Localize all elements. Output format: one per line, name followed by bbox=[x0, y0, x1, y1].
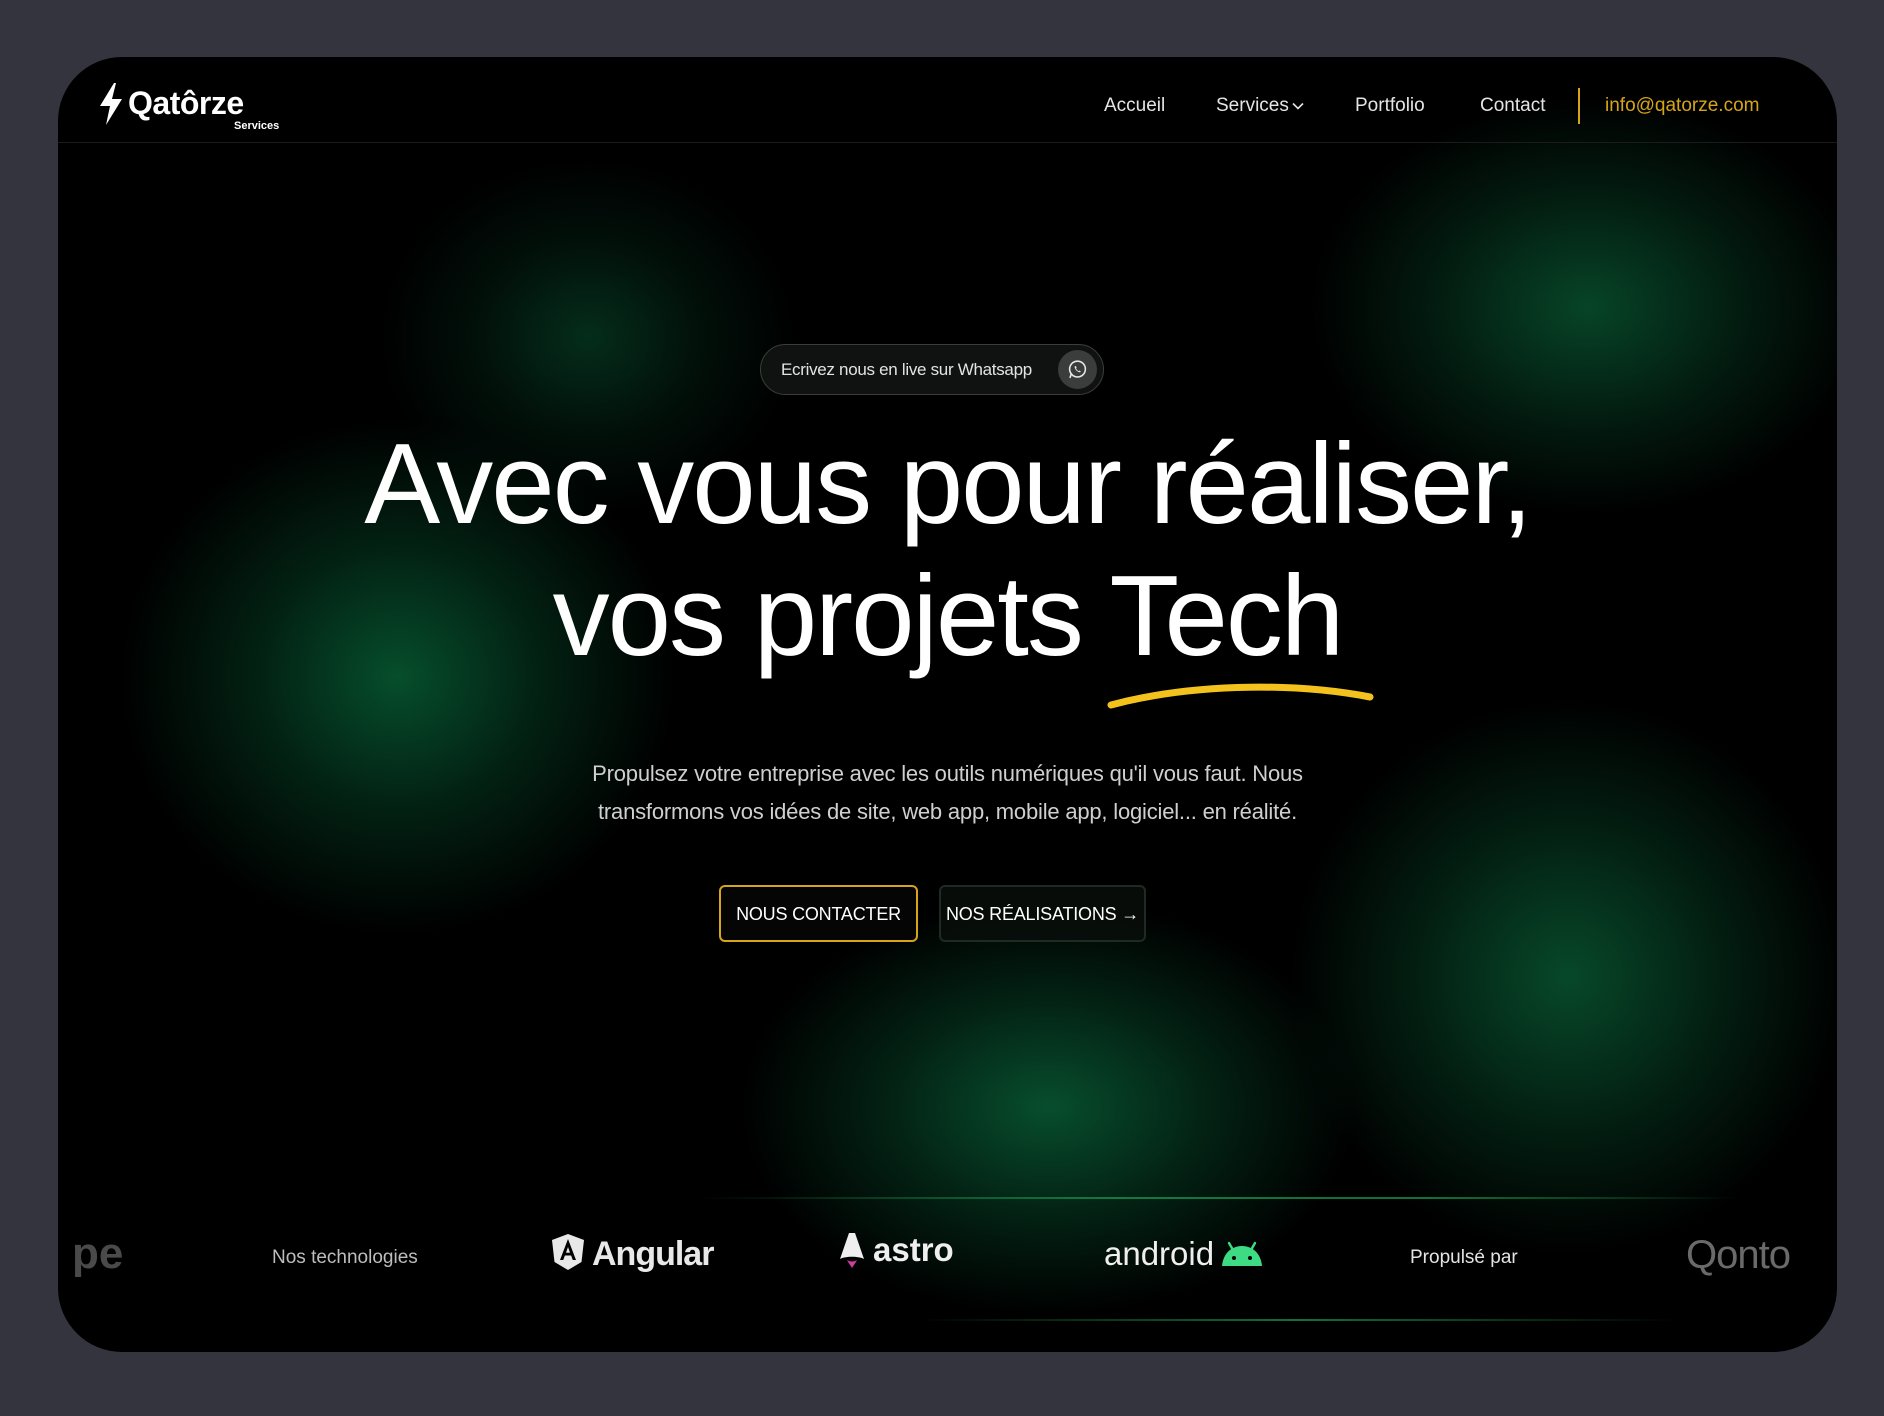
nav-services[interactable]: Services bbox=[1216, 95, 1304, 117]
hero-subtitle: Propulsez votre entreprise avec les outi… bbox=[58, 755, 1837, 831]
nav-portfolio[interactable]: Portfolio bbox=[1355, 95, 1425, 117]
technologies-label: Nos technologies bbox=[272, 1247, 418, 1268]
nav-accueil[interactable]: Accueil bbox=[1104, 95, 1165, 117]
astro-logo-icon bbox=[840, 1233, 864, 1268]
powered-by-label: Propulsé par bbox=[1410, 1247, 1518, 1268]
chevron-down-icon bbox=[1292, 102, 1304, 110]
headline-line-2: vos projets Tech bbox=[552, 553, 1345, 680]
angular-logo-text: Angular bbox=[592, 1235, 714, 1273]
whatsapp-pill-button[interactable]: Ecrivez nous en live sur Whatsapp bbox=[760, 344, 1104, 395]
angular-logo: Angular bbox=[550, 1233, 714, 1274]
android-logo: android bbox=[1104, 1235, 1264, 1273]
angular-logo-icon bbox=[552, 1234, 584, 1270]
whatsapp-icon bbox=[1058, 350, 1097, 389]
main-nav: Accueil Services Portfolio Contact info@… bbox=[58, 88, 1837, 125]
divider-line bbox=[918, 1319, 1678, 1321]
android-robot-icon bbox=[1222, 1241, 1263, 1266]
technologies-bar: pe Nos technologies Angular astro androi… bbox=[58, 1197, 1837, 1321]
nav-divider bbox=[1578, 88, 1580, 124]
site-header: Qatôrze Services Accueil Services Portfo… bbox=[58, 57, 1837, 143]
yellow-underline-decoration bbox=[1107, 683, 1374, 709]
nav-email-link[interactable]: info@qatorze.com bbox=[1605, 95, 1759, 117]
whatsapp-pill-label: Ecrivez nous en live sur Whatsapp bbox=[781, 360, 1032, 379]
qonto-logo: Qonto bbox=[1686, 1233, 1791, 1277]
astro-logo: astro bbox=[839, 1231, 954, 1269]
hero-headline: Avec vous pour réaliser, vos projets Tec… bbox=[58, 419, 1837, 683]
divider-line bbox=[698, 1197, 1738, 1199]
nav-contact[interactable]: Contact bbox=[1480, 95, 1545, 117]
our-work-button[interactable]: NOS RÉALISATIONS → bbox=[939, 885, 1146, 942]
nav-services-label: Services bbox=[1216, 95, 1289, 116]
headline-line-1: Avec vous pour réaliser, bbox=[364, 421, 1533, 548]
subtitle-line-2: transformons vos idées de site, web app,… bbox=[598, 799, 1297, 824]
android-logo-text: android bbox=[1104, 1235, 1215, 1272]
subtitle-line-1: Propulsez votre entreprise avec les outi… bbox=[592, 761, 1303, 786]
logo-fragment: pe bbox=[72, 1229, 124, 1278]
contact-us-button[interactable]: NOUS CONTACTER bbox=[719, 885, 918, 942]
browser-frame: Qatôrze Services Accueil Services Portfo… bbox=[58, 57, 1837, 1352]
astro-logo-text: astro bbox=[873, 1231, 954, 1268]
